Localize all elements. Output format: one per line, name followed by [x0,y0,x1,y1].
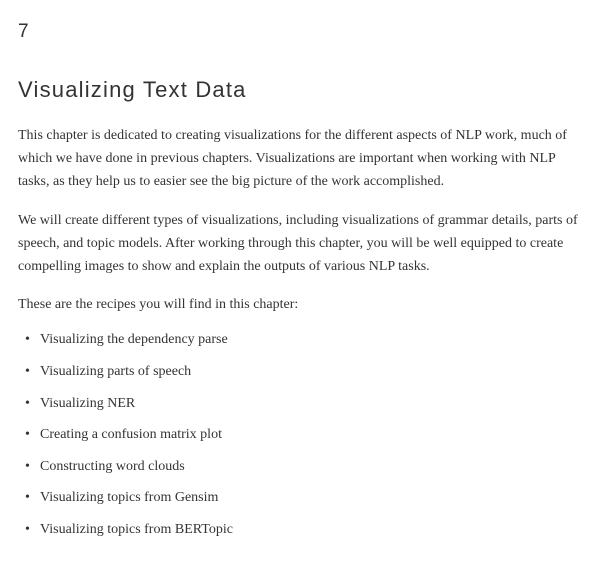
list-item: Visualizing topics from BERTopic [40,520,588,540]
list-item: Visualizing parts of speech [40,362,588,382]
list-item: Visualizing topics from Gensim [40,488,588,508]
paragraph: This chapter is dedicated to creating vi… [18,124,588,193]
chapter-title: Visualizing Text Data [18,73,588,106]
list-intro: These are the recipes you will find in t… [18,294,588,316]
list-item: Visualizing NER [40,394,588,414]
paragraph: We will create different types of visual… [18,209,588,278]
recipe-list: Visualizing the dependency parse Visuali… [18,330,588,539]
list-item: Creating a confusion matrix plot [40,425,588,445]
list-item: Constructing word clouds [40,457,588,477]
list-item: Visualizing the dependency parse [40,330,588,350]
chapter-number: 7 [18,18,588,47]
